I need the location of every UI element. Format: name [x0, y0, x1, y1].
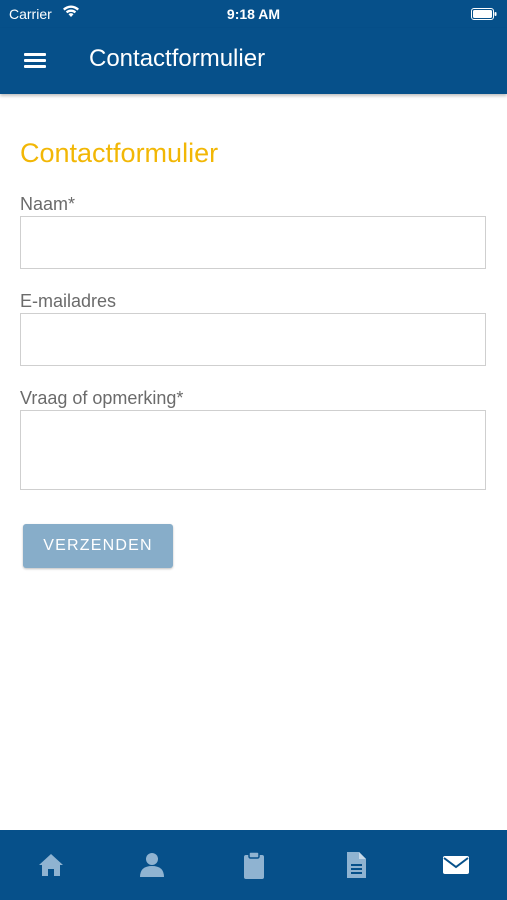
clipboard-icon[interactable] — [239, 850, 269, 880]
person-icon[interactable] — [137, 850, 167, 880]
hamburger-menu-icon[interactable] — [24, 49, 48, 73]
submit-button[interactable]: VERZENDEN — [23, 524, 173, 568]
document-icon[interactable] — [341, 850, 371, 880]
name-label: Naam* — [20, 194, 76, 214]
name-field[interactable] — [20, 216, 486, 269]
battery-icon — [471, 7, 497, 20]
email-label: E-mailadres — [20, 291, 117, 311]
tab-bar — [0, 830, 507, 900]
email-field[interactable] — [20, 313, 486, 366]
question-label: Vraag of opmerking* — [20, 388, 184, 408]
mail-icon[interactable] — [441, 850, 471, 880]
header-title: Contactformulier — [89, 45, 266, 72]
clock: 9:18 AM — [226, 6, 281, 22]
app-header: Contactformulier — [0, 28, 507, 94]
contact-form: Contactformulier Naam* E-mailadres Vraag… — [20, 130, 488, 490]
home-icon[interactable] — [36, 850, 66, 880]
status-bar: Carrier 9:18 AM — [0, 0, 507, 28]
question-field[interactable] — [20, 410, 486, 490]
page-title: Contactformulier — [20, 138, 219, 168]
